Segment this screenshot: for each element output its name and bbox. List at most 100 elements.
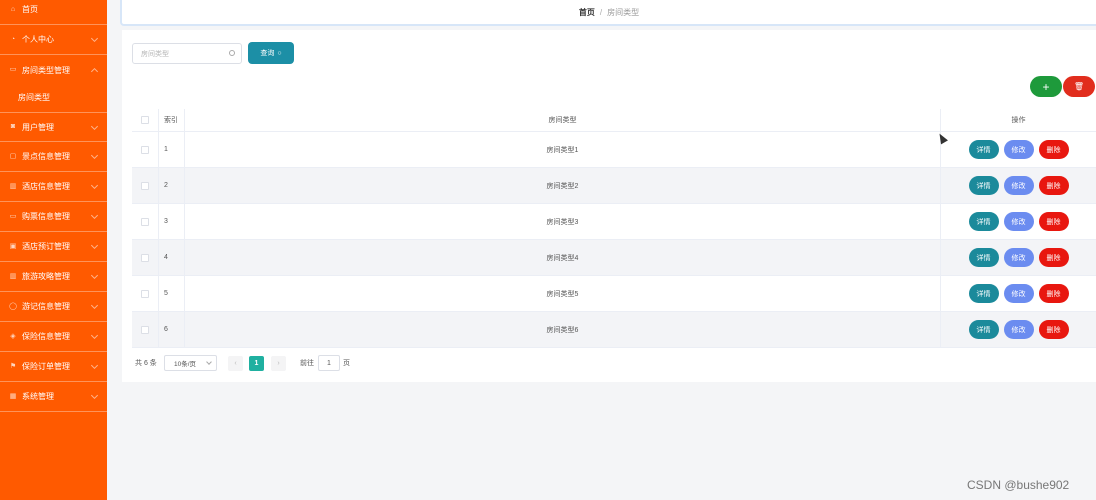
calendar-icon: ▣	[9, 242, 17, 250]
watermark: CSDN @bushe902	[967, 478, 1070, 492]
sidebar-item-bookings[interactable]: ▣ 酒店预订管理	[0, 232, 107, 262]
breadcrumb-current: 房间类型	[607, 7, 640, 17]
delete-button[interactable]: 删除	[1038, 320, 1069, 339]
breadcrumb: 首页 / 房间类型	[120, 0, 1096, 26]
table-header-row: 索引 房间类型 操作	[132, 109, 1096, 132]
chevron-down-icon	[90, 151, 99, 160]
page-number-current[interactable]: 1	[249, 356, 264, 371]
row-index: 3	[159, 204, 185, 239]
search-icon	[229, 50, 235, 56]
edit-button[interactable]: 修改	[1003, 176, 1034, 195]
sidebar-item-label: 游记信息管理	[22, 302, 70, 311]
goto-page-input[interactable]: 1	[318, 355, 340, 371]
detail-button[interactable]: 详情	[968, 176, 999, 195]
sidebar-item-label: 景点信息管理	[22, 152, 70, 161]
row-room-type: 房间类型5	[185, 276, 941, 311]
detail-button[interactable]: 详情	[968, 284, 999, 303]
chevron-down-icon	[206, 359, 212, 365]
add-button[interactable]: +	[1030, 76, 1062, 97]
user-icon: ◔	[10, 35, 16, 43]
select-all-checkbox[interactable]	[141, 116, 149, 124]
chevron-down-icon	[90, 361, 99, 370]
row-room-type: 房间类型2	[185, 168, 941, 203]
row-checkbox[interactable]	[141, 325, 149, 334]
detail-button[interactable]: 详情	[968, 212, 999, 231]
row-select-cell	[132, 132, 159, 167]
sidebar-item-label: 酒店预订管理	[22, 242, 70, 251]
chevron-down-icon	[90, 122, 99, 131]
delete-button[interactable]: 删除	[1038, 176, 1069, 195]
delete-button[interactable]: 删除	[1038, 284, 1069, 303]
delete-button[interactable]: 删除	[1038, 212, 1069, 231]
info-icon: ◯	[9, 302, 17, 310]
select-all-cell	[132, 109, 159, 131]
chevron-right-icon: ›	[277, 360, 280, 367]
row-checkbox[interactable]	[141, 289, 149, 298]
edit-button[interactable]: 修改	[1003, 320, 1034, 339]
chevron-down-icon	[90, 301, 99, 310]
chevron-up-icon	[90, 67, 99, 76]
page-size-value: 10条/页	[174, 361, 197, 368]
list-icon: ▭	[9, 66, 17, 73]
edit-button[interactable]: 修改	[1003, 140, 1034, 159]
delete-button[interactable]: 删除	[1038, 140, 1069, 159]
sidebar-item-room-type-mgmt[interactable]: ▭ 房间类型管理	[0, 55, 107, 85]
chart-icon: ▥	[9, 272, 17, 280]
sidebar-item-home[interactable]: ⌂ 首页	[0, 0, 107, 25]
breadcrumb-home[interactable]: 首页	[579, 7, 595, 18]
sidebar-item-tickets[interactable]: ▭ 购票信息管理	[0, 202, 107, 232]
sidebar-subitem-room-type[interactable]: 房间类型	[0, 84, 107, 110]
search-button[interactable]: 查询 ○	[248, 42, 294, 64]
table-row: 2 房间类型2 详情 修改 删除	[132, 168, 1096, 204]
sidebar-item-guides[interactable]: ▥ 旅游攻略管理	[0, 262, 107, 292]
sidebar-item-label: 用户管理	[22, 122, 54, 132]
sidebar-item-travelogues[interactable]: ◯ 游记信息管理	[0, 292, 107, 322]
delete-button[interactable]: 删除	[1038, 248, 1069, 267]
row-checkbox[interactable]	[141, 217, 149, 226]
delete-selected-button[interactable]: 🗑	[1063, 76, 1095, 97]
row-index: 4	[159, 240, 185, 275]
sidebar-item-users[interactable]: ◙ 用户管理	[0, 112, 107, 142]
search-input[interactable]: 房间类型	[132, 43, 242, 64]
chevron-left-icon: ‹	[234, 360, 237, 367]
page-size-select[interactable]: 10条/页	[164, 355, 217, 371]
sidebar-item-system[interactable]: ▦ 系统管理	[0, 382, 107, 412]
edit-button[interactable]: 修改	[1003, 284, 1034, 303]
sidebar-item-attractions[interactable]: ▢ 景点信息管理	[0, 142, 107, 172]
detail-button[interactable]: 详情	[968, 248, 999, 267]
row-index: 2	[159, 168, 185, 203]
edit-button[interactable]: 修改	[1003, 212, 1034, 231]
next-page-button[interactable]: ›	[271, 356, 286, 371]
chevron-down-icon	[90, 181, 99, 190]
sidebar-item-insurance[interactable]: ◈ 保险信息管理	[0, 322, 107, 352]
row-room-type: 房间类型1	[185, 132, 941, 167]
sidebar: ⌂ 首页 ◔ 个人中心 ▭ 房间类型管理 房间类型 ◙ 用户管理 ▢ 景点信息管…	[0, 0, 107, 500]
table-row: 5 房间类型5 详情 修改 删除	[132, 276, 1096, 312]
prev-page-button[interactable]: ‹	[228, 356, 243, 371]
trash-icon: 🗑	[1073, 82, 1085, 91]
row-checkbox[interactable]	[141, 181, 149, 190]
row-checkbox[interactable]	[141, 253, 149, 262]
home-icon: ⌂	[10, 5, 16, 13]
sidebar-item-profile[interactable]: ◔ 个人中心	[0, 25, 107, 55]
sidebar-item-insurance-orders[interactable]: ⚑ 保险订单管理	[0, 352, 107, 382]
search-button-label: 查询	[260, 50, 275, 57]
goto-label: 前往	[300, 360, 314, 367]
chevron-down-icon	[90, 211, 99, 220]
breadcrumb-separator: /	[599, 7, 603, 17]
row-checkbox[interactable]	[141, 145, 149, 154]
map-icon: ▢	[9, 152, 17, 160]
detail-button[interactable]: 详情	[968, 320, 999, 339]
row-select-cell	[132, 276, 159, 311]
goto-unit-label: 页	[343, 360, 350, 367]
chevron-down-icon	[90, 271, 99, 280]
row-ops: 详情 修改 删除	[941, 204, 1096, 239]
detail-button[interactable]: 详情	[968, 140, 999, 159]
chevron-down-icon	[90, 34, 99, 43]
edit-button[interactable]: 修改	[1003, 248, 1034, 267]
chevron-down-icon	[90, 391, 99, 400]
flag-icon: ⚑	[9, 362, 17, 370]
row-select-cell	[132, 240, 159, 275]
row-room-type: 房间类型3	[185, 204, 941, 239]
sidebar-item-hotels[interactable]: ▥ 酒店信息管理	[0, 172, 107, 202]
